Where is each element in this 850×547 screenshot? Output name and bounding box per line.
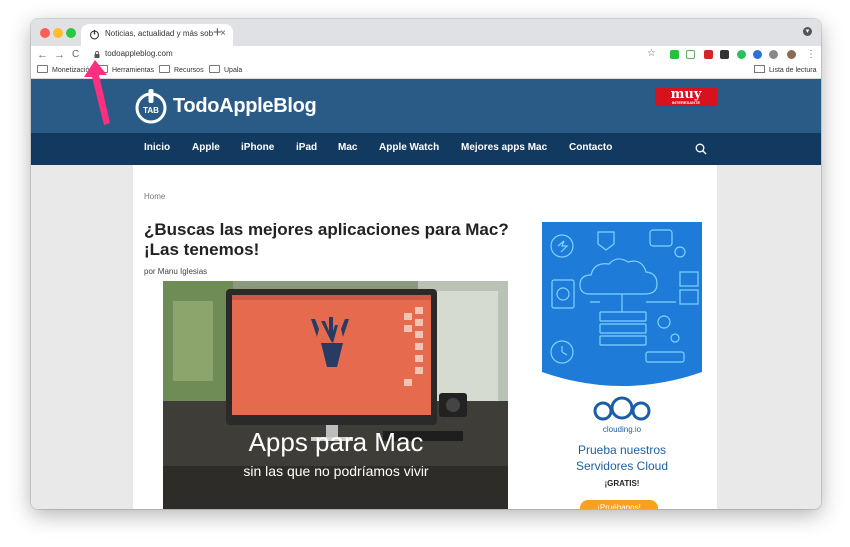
profile-avatar[interactable] bbox=[787, 50, 796, 59]
bookmarks-bar: Monetización Herramientas Recursos Upala… bbox=[31, 64, 821, 79]
browser-tab[interactable]: Noticias, actualidad y más sob × bbox=[81, 24, 233, 46]
lock-icon bbox=[94, 51, 100, 58]
browser-window: Noticias, actualidad y más sob × + ▾ ← →… bbox=[31, 19, 821, 509]
partner-logo[interactable]: muy INTERESANTE bbox=[655, 88, 717, 106]
folder-icon bbox=[209, 65, 220, 73]
site-header: TAB TodoAppleBlog muy INTERESANTE bbox=[31, 79, 821, 133]
minimize-window-button[interactable] bbox=[53, 28, 63, 38]
bookmark-folder[interactable]: Monetización bbox=[37, 65, 93, 74]
svg-text:TAB: TAB bbox=[143, 106, 159, 115]
extension-red-icon[interactable] bbox=[704, 50, 713, 59]
nav-item-mejores-apps-mac[interactable]: Mejores apps Mac bbox=[461, 142, 547, 153]
browser-menu-icon[interactable]: ⋮ bbox=[806, 46, 816, 64]
main-nav: Inicio Apple iPhone iPad Mac Apple Watch… bbox=[31, 133, 821, 165]
sidebar-ad[interactable]: clouding.io Prueba nuestros Servidores C… bbox=[542, 222, 702, 509]
extension-chart-icon[interactable] bbox=[686, 50, 695, 59]
folder-icon bbox=[37, 65, 48, 73]
title-bar: Noticias, actualidad y más sob × + ▾ bbox=[31, 19, 821, 46]
ad-cta-button[interactable]: ¡Pruébanos! bbox=[580, 500, 658, 509]
hero-image[interactable]: Apps para Mac sin las que no podríamos v… bbox=[163, 281, 508, 509]
evernote-icon[interactable] bbox=[737, 50, 746, 59]
folder-icon bbox=[97, 65, 108, 73]
ad-brand: clouding.io bbox=[602, 425, 642, 434]
nav-item-contacto[interactable]: Contacto bbox=[569, 142, 612, 153]
svg-text:sin las que no podríamos vivir: sin las que no podríamos vivir bbox=[243, 463, 429, 479]
nav-item-mac[interactable]: Mac bbox=[338, 142, 357, 153]
reading-list-icon bbox=[754, 65, 765, 73]
site-logo-text[interactable]: TodoAppleBlog bbox=[173, 95, 317, 118]
nav-item-inicio[interactable]: Inicio bbox=[144, 142, 170, 153]
tab-search-icon[interactable]: ▾ bbox=[803, 27, 812, 36]
browser-toolbar: ← → C todoappleblog.com ☆ ⋮ bbox=[31, 46, 821, 64]
page-content: TAB TodoAppleBlog muy INTERESANTE Inicio … bbox=[31, 79, 821, 509]
folder-icon bbox=[159, 65, 170, 73]
zoom-window-button[interactable] bbox=[66, 28, 76, 38]
nav-item-apple[interactable]: Apple bbox=[192, 142, 220, 153]
article-page: Home ¿Buscas las mejores aplicaciones pa… bbox=[133, 165, 717, 509]
tab-title: Noticias, actualidad y más sob bbox=[105, 29, 213, 38]
bookmark-folder[interactable]: Herramientas bbox=[97, 65, 154, 74]
nav-item-ipad[interactable]: iPad bbox=[296, 142, 317, 153]
site-logo-icon[interactable]: TAB bbox=[134, 87, 168, 125]
nav-item-iphone[interactable]: iPhone bbox=[241, 142, 274, 153]
forward-button[interactable]: → bbox=[54, 46, 65, 64]
article-byline[interactable]: por Manu Iglesias bbox=[144, 267, 207, 276]
breadcrumb[interactable]: Home bbox=[144, 192, 165, 201]
extensions-puzzle-icon[interactable] bbox=[772, 50, 781, 59]
search-icon[interactable] bbox=[695, 143, 707, 155]
cloud-servers-illustration bbox=[542, 222, 702, 386]
ad-line-2: Servidores Cloud bbox=[575, 459, 669, 473]
favicon-power-icon bbox=[90, 29, 99, 40]
reload-button[interactable]: C bbox=[72, 46, 79, 64]
clouding-logo-icon bbox=[593, 396, 651, 421]
bookmark-folder[interactable]: Upala bbox=[209, 65, 242, 74]
reading-list-button[interactable]: Lista de lectura bbox=[754, 65, 816, 74]
bookmark-folder[interactable]: Recursos bbox=[159, 65, 204, 74]
svg-text:Apps para Mac: Apps para Mac bbox=[249, 427, 424, 457]
nav-item-apple-watch[interactable]: Apple Watch bbox=[379, 142, 439, 153]
ad-gratis: ¡GRATIS! bbox=[604, 479, 640, 488]
address-bar[interactable]: todoappleblog.com bbox=[105, 49, 173, 58]
back-button[interactable]: ← bbox=[37, 46, 48, 64]
ad-line-1: Prueba nuestros bbox=[577, 443, 667, 457]
article-title[interactable]: ¿Buscas las mejores aplicaciones para Ma… bbox=[144, 220, 514, 260]
close-window-button[interactable] bbox=[40, 28, 50, 38]
extension-blue-icon[interactable] bbox=[753, 50, 762, 59]
bookmark-star-icon[interactable]: ☆ bbox=[647, 48, 656, 59]
extension-green-icon[interactable] bbox=[670, 50, 679, 59]
new-tab-button[interactable]: + bbox=[213, 24, 222, 41]
extension-dark-icon[interactable] bbox=[720, 50, 729, 59]
